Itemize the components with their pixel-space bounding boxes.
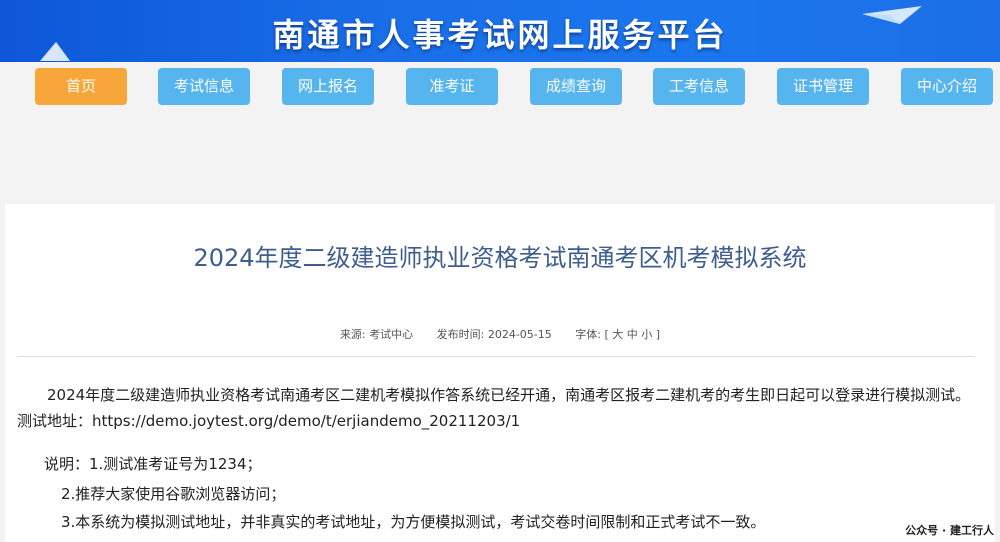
watermark: 公众号 · 建工行人: [905, 524, 994, 537]
article-card: 2024年度二级建造师执业资格考试南通考区机考模拟系统 来源: 考试中心 发布时…: [5, 204, 995, 542]
article-title: 2024年度二级建造师执业资格考试南通考区机考模拟系统: [193, 244, 807, 272]
note-item: 说明：1.测试准考证号为1234；: [44, 455, 262, 473]
nav-home[interactable]: 首页: [35, 68, 127, 105]
nav-score-query[interactable]: 成绩查询: [530, 68, 622, 105]
nav-online-registration[interactable]: 网上报名: [282, 68, 374, 105]
nav-worker-exam-info[interactable]: 工考信息: [653, 68, 745, 105]
article-meta: 来源: 考试中心 发布时间: 2024-05-15 字体: [ 大 中 小 ]: [5, 326, 995, 342]
note-item: 3.本系统为模拟测试地址，并非真实的考试地址，为方便模拟测试，考试交卷时间限制和…: [61, 513, 766, 531]
nav-admission-ticket[interactable]: 准考证: [406, 68, 498, 105]
article-paragraph: 2024年度二级建造师执业资格考试南通考区二建机考模拟作答系统已经开通，南通考区…: [17, 386, 971, 430]
nav-center-intro[interactable]: 中心介绍: [901, 68, 993, 105]
note-item: 2.推荐大家使用谷歌浏览器访问；: [61, 485, 286, 503]
main-nav: 首页 考试信息 网上报名 准考证 成绩查询 工考信息 证书管理 中心介绍: [0, 68, 1000, 106]
nav-exam-info[interactable]: 考试信息: [158, 68, 250, 105]
divider: [17, 356, 975, 357]
site-title: 南通市人事考试网上服务平台: [272, 16, 728, 54]
font-size-switcher[interactable]: 字体: [ 大 中 小 ]: [575, 328, 660, 341]
article-source: 来源: 考试中心: [339, 328, 414, 341]
header-banner: 南通市人事考试网上服务平台: [0, 0, 1000, 62]
nav-certificate-management[interactable]: 证书管理: [777, 68, 869, 105]
paper-plane-icon: [862, 6, 922, 24]
article-publish-time: 发布时间: 2024-05-15: [436, 328, 552, 341]
